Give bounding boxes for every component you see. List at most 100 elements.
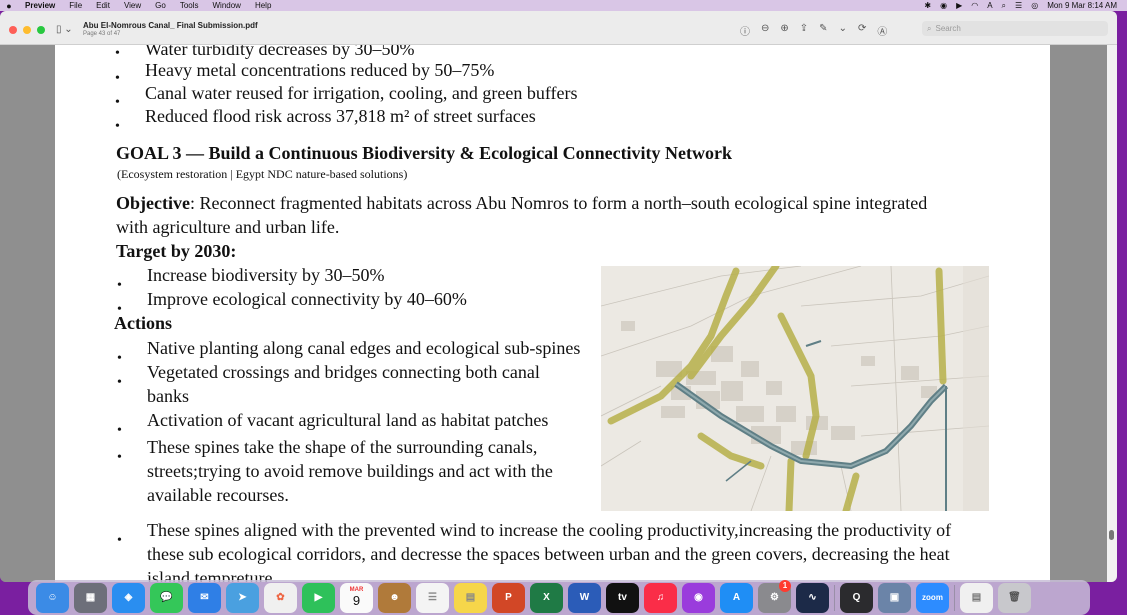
powerpoint-letter: P <box>505 592 512 603</box>
search-placeholder: Search <box>935 24 961 33</box>
wifi-icon[interactable]: ◠ <box>971 1 978 10</box>
menu-window[interactable]: Window <box>206 1 248 10</box>
close-window-button[interactable] <box>9 26 17 34</box>
contacts-icon[interactable]: ☻ <box>378 582 411 613</box>
menu-tools[interactable]: Tools <box>173 1 206 10</box>
facetime-icon[interactable]: ▶ <box>302 582 335 613</box>
control-center-icon[interactable]: ☰ <box>1015 1 1022 10</box>
share-icon[interactable]: ⇪ <box>800 23 808 38</box>
bullet-dot: • <box>117 278 122 293</box>
action-item-continued: streets;trying to avoid remove buildings… <box>147 461 553 481</box>
zoom-app-icon[interactable]: zoom <box>916 582 949 613</box>
closing-bullet-line: these sub ecological corridors, and decr… <box>147 544 950 564</box>
bullet-dot: • <box>117 375 122 390</box>
ecological-network-map <box>601 266 989 511</box>
vertical-scrollbar[interactable] <box>1107 45 1117 582</box>
maps-icon[interactable]: ➤ <box>226 582 259 613</box>
zoom-label: zoom <box>922 593 943 602</box>
zoom-in-icon[interactable]: ⊕ <box>780 23 788 38</box>
menu-go[interactable]: Go <box>148 1 173 10</box>
bullet-dot: • <box>117 450 122 465</box>
quicktime-icon[interactable]: Q <box>840 582 873 613</box>
menu-help[interactable]: Help <box>248 1 278 10</box>
zoom-window-button[interactable] <box>37 26 45 34</box>
info-icon[interactable]: ⓘ <box>740 23 750 38</box>
downloads-stack-icon[interactable]: ▤ <box>960 582 993 613</box>
dock-separator <box>954 584 955 611</box>
minimize-window-button[interactable] <box>23 26 31 34</box>
preview-icon[interactable]: ▣ <box>878 582 911 613</box>
sidebar-toggle-icon[interactable]: ▯ ⌄ <box>56 24 73 35</box>
dock-separator <box>834 584 835 611</box>
spotlight-icon[interactable]: ⌕ <box>1002 1 1006 11</box>
objective-line-2: with agriculture and urban life. <box>116 217 340 237</box>
bullet-dot: • <box>115 95 120 110</box>
play-icon[interactable]: ▶ <box>956 1 962 10</box>
apple-tv-icon[interactable]: tv <box>606 582 639 613</box>
powerpoint-icon[interactable]: P <box>492 582 525 613</box>
action-item-continued: available recourses. <box>147 485 289 505</box>
objective-text: : Reconnect fragmented habitats across A… <box>189 193 928 213</box>
voice-memos-icon[interactable]: ∿ <box>796 582 829 613</box>
scrollbar-thumb[interactable] <box>1109 530 1114 540</box>
annotate-icon[interactable]: Ⓐ <box>877 23 887 38</box>
safari-icon[interactable]: ◈ <box>112 582 145 613</box>
notes-icon[interactable]: ▤ <box>454 582 487 613</box>
excel-icon[interactable]: X <box>530 582 563 613</box>
bluetooth-icon[interactable]: ✱ <box>924 1 931 10</box>
action-item-continued: banks <box>147 386 189 406</box>
photos-icon[interactable]: ✿ <box>264 582 297 613</box>
bullet-dot: • <box>115 119 120 134</box>
search-field[interactable]: ⌕ Search <box>922 21 1108 36</box>
apple-menu-icon[interactable]: ● <box>0 1 18 11</box>
markup-menu-chevron-icon[interactable]: ⌄ <box>839 23 847 38</box>
menu-clock[interactable]: Mon 9 Mar 8:14 AM <box>1047 1 1117 10</box>
goal-heading: GOAL 3 — Build a Continuous Biodiversity… <box>116 143 733 163</box>
bullet-dot: • <box>115 46 120 61</box>
menu-app-name[interactable]: Preview <box>18 1 62 10</box>
markup-pen-icon[interactable]: ✎ <box>819 23 827 38</box>
messages-icon[interactable]: 💬 <box>150 582 183 613</box>
target-item: Improve ecological connectivity by 40–60… <box>147 289 467 309</box>
apple-tv-label: tv <box>618 592 627 603</box>
actions-heading: Actions <box>114 313 172 333</box>
reminders-icon[interactable]: ☰ <box>416 582 449 613</box>
bullet-dot: • <box>115 71 120 86</box>
keyboard-input-icon[interactable]: A <box>987 1 992 10</box>
podcasts-icon[interactable]: ◉ <box>682 582 715 613</box>
menu-view[interactable]: View <box>117 1 148 10</box>
title-bar: ▯ ⌄ Abu El-Nomrous Canal_ Final Submissi… <box>0 11 1117 45</box>
menu-bar: ● Preview File Edit View Go Tools Window… <box>0 0 1127 11</box>
app-store-icon[interactable]: A <box>720 582 753 613</box>
word-icon[interactable]: W <box>568 582 601 613</box>
screen-record-icon[interactable]: ◉ <box>940 1 947 10</box>
document-view[interactable]: • Water turbidity decreases by 30–50% • … <box>0 45 1117 582</box>
action-item: Activation of vacant agricultural land a… <box>147 410 549 430</box>
menu-file[interactable]: File <box>62 1 89 10</box>
preview-window: ▯ ⌄ Abu El-Nomrous Canal_ Final Submissi… <box>0 11 1117 582</box>
siri-icon[interactable]: ◎ <box>1031 1 1038 10</box>
target-item: Increase biodiversity by 30–50% <box>147 265 385 285</box>
music-icon[interactable]: ♫ <box>644 582 677 613</box>
objective-line-1: Objective: Reconnect fragmented habitats… <box>116 193 927 214</box>
mail-icon[interactable]: ✉ <box>188 582 221 613</box>
calendar-icon[interactable]: MAR 9 <box>340 582 373 613</box>
rotate-icon[interactable]: ⟳ <box>858 23 866 38</box>
action-item: Vegetated crossings and bridges connecti… <box>147 362 540 382</box>
excel-letter: X <box>543 592 550 603</box>
launchpad-icon[interactable]: ▦ <box>74 582 107 613</box>
trash-icon[interactable]: 🗑 <box>998 582 1031 613</box>
pdf-page: • Water turbidity decreases by 30–50% • … <box>55 45 1050 582</box>
map-edge-fade <box>963 266 989 511</box>
top-bullet-text: Reduced flood risk across 37,818 m² of s… <box>145 106 536 126</box>
bullet-dot: • <box>117 533 122 548</box>
finder-icon[interactable]: ☺ <box>36 582 69 613</box>
zoom-out-icon[interactable]: ⊖ <box>761 23 769 38</box>
document-title: Abu El-Nomrous Canal_ Final Submission.p… <box>83 21 258 30</box>
word-letter: W <box>579 592 590 603</box>
target-heading: Target by 2030: <box>116 241 237 261</box>
calendar-day: 9 <box>352 593 361 608</box>
system-settings-icon[interactable]: ⚙ 1 <box>758 579 791 613</box>
menu-edit[interactable]: Edit <box>89 1 117 10</box>
top-bullet-text: Canal water reused for irrigation, cooli… <box>145 83 578 103</box>
